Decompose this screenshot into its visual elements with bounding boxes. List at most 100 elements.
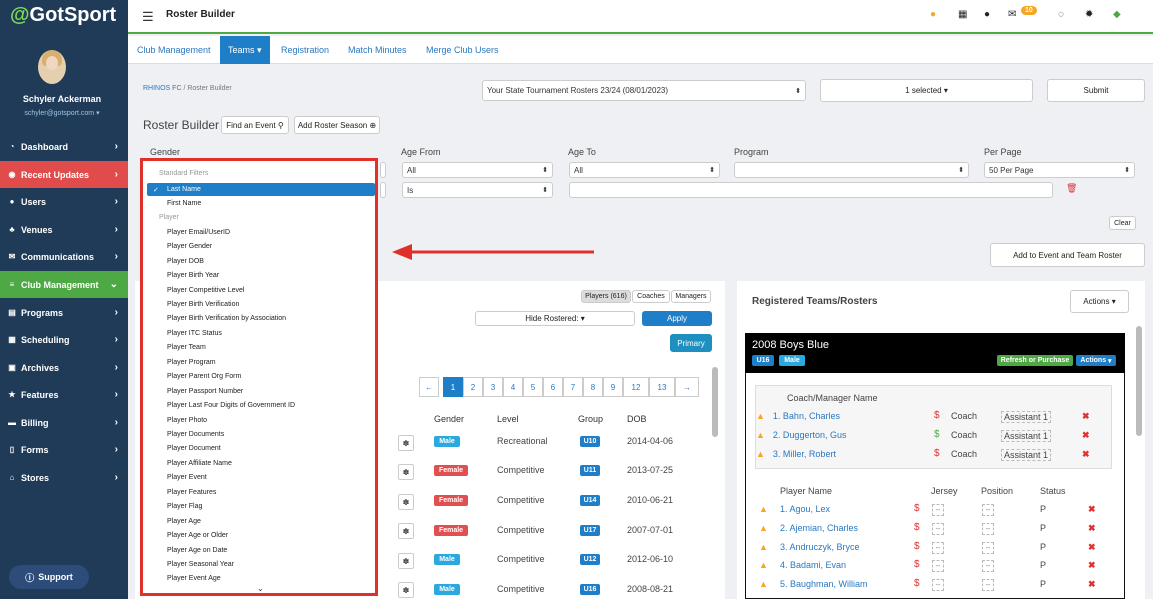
tab-teams[interactable]: Teams ▾ [220, 36, 270, 64]
age-from-select[interactable]: All ⬍ [402, 162, 553, 178]
position-field[interactable]: -- [982, 504, 994, 516]
sidebar-item-dashboard[interactable]: ◔ Dashboard › [0, 133, 128, 160]
dropdown-item[interactable]: Player Event [167, 474, 207, 481]
remove-icon[interactable]: ✖ [1088, 579, 1096, 590]
remove-icon[interactable]: ✖ [1088, 504, 1096, 515]
filter-value-input[interactable] [569, 182, 1053, 198]
sidebar-item-forms[interactable]: ▯ Forms › [0, 436, 128, 463]
user-email[interactable]: schyler@gotsport.com ▾ [0, 109, 124, 117]
dropdown-item[interactable]: Player Age on Date [167, 547, 227, 554]
help-icon[interactable]: ● [930, 9, 936, 20]
paw-icon[interactable]: ✽ [398, 435, 414, 451]
club-logo-icon[interactable]: ◆ [1113, 9, 1121, 20]
breadcrumb-club[interactable]: RHINOS FC [143, 85, 182, 92]
apply-button[interactable]: Apply [642, 311, 712, 326]
chat-icon[interactable]: ◌ [1058, 9, 1064, 20]
dropdown-item[interactable]: Player Gender [167, 243, 212, 250]
paw-icon[interactable]: ✽ [398, 464, 414, 480]
tab-players[interactable]: Players (616) [581, 290, 631, 303]
tab-coaches[interactable]: Coaches [632, 290, 670, 303]
find-event-button[interactable]: Find an Event ⚲ [221, 116, 289, 134]
scrollbar[interactable] [712, 367, 718, 437]
trash-icon[interactable]: 🗑 [1066, 183, 1077, 194]
page-2[interactable]: 2 [463, 377, 483, 397]
page-8[interactable]: 8 [583, 377, 603, 397]
chevron-down-icon[interactable]: ⌄ [257, 584, 264, 593]
jersey-field[interactable]: -- [932, 504, 944, 516]
sidebar-item-billing[interactable]: ▬ Billing › [0, 409, 128, 436]
player-link[interactable]: 2. Ajemian, Charles [780, 523, 858, 533]
dropdown-item[interactable]: Player Program [167, 359, 216, 366]
actions-button[interactable]: Actions ▾ [1070, 290, 1129, 313]
dropdown-item[interactable]: Player Documents [167, 431, 224, 438]
page-4[interactable]: 4 [503, 377, 523, 397]
remove-icon[interactable]: ✖ [1088, 560, 1096, 571]
dropdown-item[interactable]: Player Seasonal Year [167, 561, 234, 568]
filter-field-select[interactable] [380, 182, 386, 198]
dropdown-item[interactable]: Player DOB [167, 258, 204, 265]
selected-dropdown[interactable]: 1 selected ▾ [820, 79, 1033, 102]
add-to-event-roster-button[interactable]: Add to Event and Team Roster [990, 243, 1145, 267]
coach-link[interactable]: 2. Duggerton, Gus [773, 430, 847, 440]
dropdown-item[interactable]: Player Birth Verification [167, 301, 239, 308]
sidebar-item-stores[interactable]: ⌂ Stores › [0, 464, 128, 491]
player-link[interactable]: 3. Andruczyk, Bryce [780, 542, 860, 552]
refresh-purchase-button[interactable]: Refresh or Purchase [997, 355, 1073, 366]
jersey-field[interactable]: -- [932, 560, 944, 572]
dropdown-item[interactable]: Player Affiliate Name [167, 460, 232, 467]
paw-icon[interactable]: ✽ [398, 494, 414, 510]
col-gender[interactable]: Gender [434, 414, 464, 424]
player-link[interactable]: 1. Agou, Lex [780, 504, 830, 514]
dropdown-item[interactable]: Player Age [167, 518, 201, 525]
dropdown-item-first-name[interactable]: First Name [167, 200, 201, 207]
tab-merge-club-users[interactable]: Merge Club Users [426, 36, 499, 64]
dropdown-item[interactable]: Player Age or Older [167, 532, 228, 539]
dollar-icon[interactable]: $ [934, 410, 940, 421]
position-field[interactable]: -- [982, 560, 994, 572]
paw-icon[interactable]: ✽ [398, 582, 414, 598]
tab-managers[interactable]: Managers [671, 290, 711, 303]
avatar[interactable] [38, 50, 66, 84]
dollar-icon[interactable]: $ [914, 541, 920, 552]
dropdown-item[interactable]: Player Flag [167, 503, 202, 510]
col-dob[interactable]: DOB [627, 414, 647, 424]
dropdown-item[interactable]: Player ITC Status [167, 330, 222, 337]
player-link[interactable]: 4. Badami, Evan [780, 560, 846, 570]
roster-season-select[interactable]: Your State Tournament Rosters 23/24 (08/… [482, 80, 806, 101]
dropdown-item[interactable]: Player Photo [167, 417, 207, 424]
page-5[interactable]: 5 [523, 377, 543, 397]
dropdown-item[interactable]: Player Team [167, 344, 206, 351]
support-button[interactable]: ⓘ Support [9, 565, 89, 589]
clear-button[interactable]: Clear [1109, 216, 1136, 230]
jersey-field[interactable]: -- [932, 542, 944, 554]
dollar-icon[interactable]: $ [934, 429, 940, 440]
sidebar-item-venues[interactable]: ♣ Venues › [0, 216, 128, 243]
dollar-icon[interactable]: $ [934, 448, 940, 459]
jersey-field[interactable]: -- [932, 523, 944, 535]
dropdown-item[interactable]: Player Parent Org Form [167, 373, 241, 380]
per-page-select[interactable]: 50 Per Page ⬍ [984, 162, 1135, 178]
gender-select[interactable] [380, 162, 386, 178]
assistant-field[interactable]: Assistant 1 [1001, 449, 1052, 461]
page-13[interactable]: 13 [649, 377, 675, 397]
page-prev[interactable]: ← [419, 377, 439, 397]
tab-registration[interactable]: Registration [281, 36, 329, 64]
remove-icon[interactable]: ✖ [1082, 430, 1090, 441]
dropdown-item[interactable]: Player Email/UserID [167, 229, 230, 236]
sidebar-item-recent-updates[interactable]: ◉ Recent Updates › [0, 161, 128, 188]
dropdown-item[interactable]: Player Birth Year [167, 272, 219, 279]
dropdown-item[interactable]: Player Document [167, 445, 221, 452]
dropdown-item-last-name[interactable]: ✓ Last Name [147, 183, 375, 196]
operator-select[interactable]: Is ⬍ [402, 182, 553, 198]
coach-link[interactable]: 3. Miller, Robert [773, 449, 836, 459]
page-3[interactable]: 3 [483, 377, 503, 397]
menu-icon[interactable]: ☰ [142, 9, 154, 25]
dollar-icon[interactable]: $ [914, 503, 920, 514]
page-next[interactable]: → [675, 377, 699, 397]
gear-icon[interactable]: ✹ [1085, 9, 1093, 20]
page-1[interactable]: 1 [443, 377, 463, 397]
page-7[interactable]: 7 [563, 377, 583, 397]
dollar-icon[interactable]: $ [914, 578, 920, 589]
filter-field-dropdown[interactable]: Standard Filters ✓ Last Name First Name P… [140, 158, 378, 596]
sidebar-item-communications[interactable]: ✉ Communications › [0, 243, 128, 270]
